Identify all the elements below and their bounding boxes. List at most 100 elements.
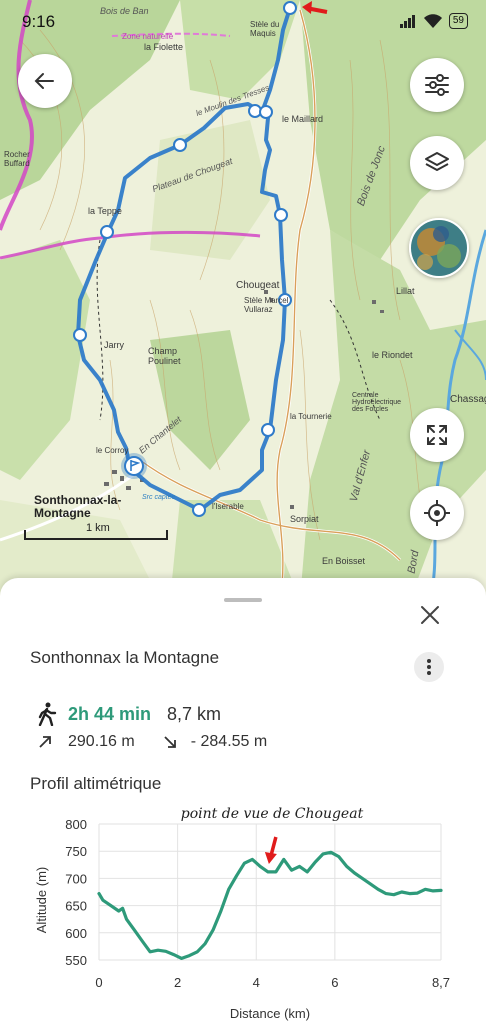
y-tick-label: 800	[65, 817, 87, 832]
elevation-point	[306, 870, 309, 874]
status-bar: 9:16 59	[0, 0, 486, 42]
elevation-point	[121, 907, 124, 910]
elevation-point	[321, 852, 325, 856]
satellite-preview-button[interactable]	[409, 218, 469, 278]
elevation-point	[266, 870, 270, 874]
duration-value: 2h 44 min	[68, 703, 152, 724]
elevation-point	[314, 860, 317, 864]
elevation-point	[141, 939, 144, 943]
elevation-point	[133, 928, 136, 932]
battery-icon: 59	[448, 13, 468, 29]
close-button[interactable]	[418, 604, 442, 628]
sheet-drag-handle[interactable]	[224, 598, 262, 602]
map-label: Centrale Hydroélectrique des Forcles	[352, 392, 402, 413]
map-label: l'Iserable	[212, 502, 244, 511]
elevation-point	[211, 928, 215, 932]
map-label: Rocher Buffard	[4, 150, 30, 168]
crosshair-icon	[424, 500, 450, 526]
profile-annotation: point de vue de Chougeat	[181, 806, 364, 822]
elevation-point	[274, 870, 278, 874]
more-options-button[interactable]	[414, 652, 444, 682]
elevation-point	[97, 892, 101, 895]
sliders-icon	[425, 74, 449, 96]
map-label: Chougeat	[236, 280, 280, 291]
layers-button[interactable]	[410, 136, 464, 190]
x-axis-label: Distance (km)	[230, 1006, 310, 1021]
close-icon	[421, 606, 439, 624]
elevation-point	[243, 861, 246, 865]
map-label: Stèle Marcel Vullaraz	[244, 296, 289, 314]
elevation-point	[148, 950, 152, 954]
y-tick-label: 650	[65, 899, 87, 914]
y-tick-label: 700	[65, 871, 87, 886]
map-label: le Riondet	[372, 350, 413, 360]
map-label: la Tournerie	[290, 412, 332, 421]
elevation-point	[196, 950, 199, 954]
map-label: Lillat	[396, 286, 415, 296]
elevation-point	[361, 877, 364, 880]
signal-icon	[399, 15, 415, 28]
elevation-point	[156, 949, 160, 952]
route-title: Sonthonnax la Montagne	[30, 648, 220, 667]
elevation-point	[290, 869, 293, 872]
map-label: la Fiolette	[144, 42, 184, 52]
map-label: le Corroy	[96, 446, 129, 455]
map-label: Jarry	[104, 340, 124, 350]
status-icons: 59	[399, 13, 468, 29]
locate-button[interactable]	[410, 486, 464, 540]
x-tick-label: 8,7	[432, 975, 450, 990]
elevation-point	[337, 855, 340, 858]
elevation-point	[431, 889, 435, 893]
fullscreen-button[interactable]	[410, 408, 464, 462]
x-tick-label: 6	[331, 975, 338, 990]
distance-value: 8,7 km	[167, 703, 222, 724]
elevation-point	[227, 888, 230, 891]
hiker-icon	[38, 702, 57, 726]
more-vertical-icon	[427, 659, 431, 675]
map-view[interactable]: Bois de Ban Zone naturelle la Fiolette S…	[0, 0, 486, 600]
elevation-point	[125, 918, 128, 921]
wifi-icon	[423, 14, 442, 28]
elevation-point	[353, 871, 356, 875]
map-label: Src captée	[142, 494, 176, 501]
elevation-point	[164, 950, 168, 953]
elevation-chart[interactable]: 800 750 700 650 600 550 0 2 4 6 8,7 Distance (km) Al…	[0, 806, 486, 1024]
elevation-point	[400, 890, 403, 894]
map-label: la Teppe	[88, 206, 122, 216]
start-marker-icon	[121, 453, 147, 479]
y-tick-label: 750	[65, 844, 87, 859]
descent-value: - 284.55 m	[190, 733, 268, 750]
x-tick-label: 2	[174, 975, 181, 990]
filter-button[interactable]	[410, 58, 464, 112]
status-time: 9:16	[22, 12, 56, 31]
elevation-point	[298, 865, 301, 868]
satellite-thumbnail-icon	[411, 220, 467, 276]
x-tick-label: 0	[95, 975, 102, 990]
elevation-point	[408, 892, 411, 895]
elevation-point	[188, 954, 191, 957]
expand-icon	[427, 425, 447, 445]
elevation-point	[439, 889, 443, 892]
profile-title: Profil altimétrique	[30, 774, 162, 793]
map-label: le Maillard	[282, 114, 324, 124]
map-label: Champ Poulinet	[148, 346, 181, 366]
y-tick-label: 550	[65, 953, 87, 968]
elevation-point	[235, 874, 238, 877]
elevation-point	[392, 893, 396, 896]
layers-icon	[425, 152, 449, 171]
elevation-point	[219, 909, 223, 913]
map-label: En Boisset	[322, 556, 366, 566]
elevation-point	[117, 909, 120, 913]
elevation-point	[424, 888, 427, 891]
annotation-arrow-head-icon	[264, 852, 277, 864]
ascent-arrow-icon	[39, 736, 51, 748]
elevation-point	[180, 957, 183, 960]
y-axis-label: Altitude (m)	[34, 867, 49, 933]
back-button[interactable]	[18, 54, 72, 108]
elevation-point	[345, 865, 348, 868]
arrow-left-icon	[34, 73, 54, 89]
elevation-point	[109, 904, 112, 907]
elevation-point	[258, 865, 262, 868]
route-details-sheet: Sonthonnax la Montagne 2h 44 min 8,7 km …	[0, 578, 486, 1024]
map-label: Sorpiat	[290, 514, 319, 524]
